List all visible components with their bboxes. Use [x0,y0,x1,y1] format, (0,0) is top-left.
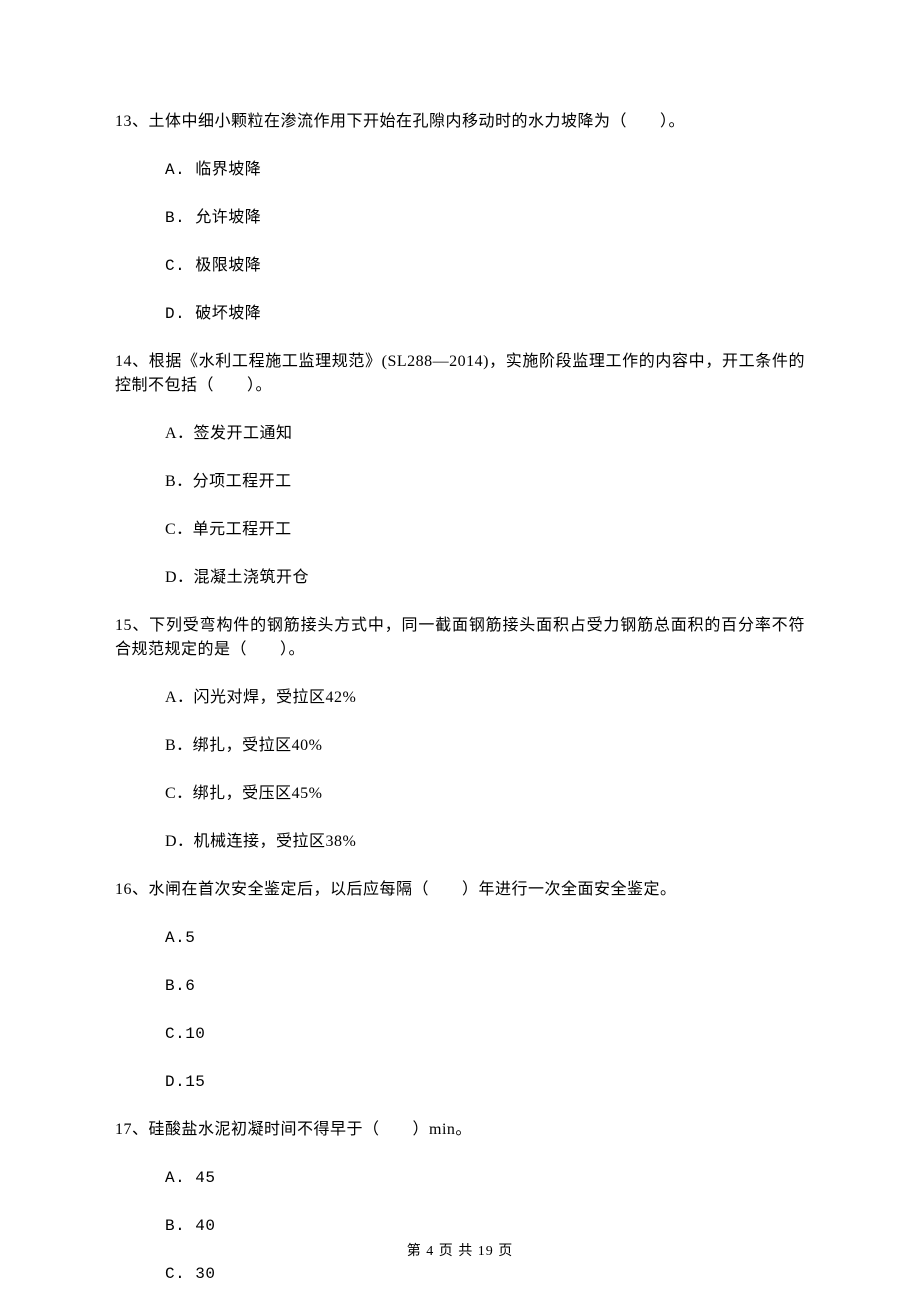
question-13-stem: 13、土体中细小颗粒在渗流作用下开始在孔隙内移动时的水力坡降为（ ）。 [115,110,805,134]
question-15-option-d: D．机械连接，受拉区38% [165,830,805,854]
question-13-option-a: A. 临界坡降 [165,158,805,182]
question-16-stem: 16、水闸在首次安全鉴定后，以后应每隔（ ）年进行一次全面安全鉴定。 [115,878,805,902]
question-16-option-c: C.10 [165,1022,805,1046]
question-14-option-a: A．签发开工通知 [165,422,805,446]
question-14-stem: 14、根据《水利工程施工监理规范》(SL288—2014)，实施阶段监理工作的内… [115,350,805,398]
question-16-option-b: B.6 [165,974,805,998]
question-17-stem: 17、硅酸盐水泥初凝时间不得早于（ ）min。 [115,1118,805,1142]
question-15-stem: 15、下列受弯构件的钢筋接头方式中，同一截面钢筋接头面积占受力钢筋总面积的百分率… [115,614,805,662]
question-17-option-b: B. 40 [165,1214,805,1238]
question-16-option-a: A.5 [165,926,805,950]
question-17-option-c: C. 30 [165,1262,805,1286]
question-17-option-a: A. 45 [165,1166,805,1190]
question-15-option-a: A．闪光对焊，受拉区42% [165,686,805,710]
question-16-option-d: D.15 [165,1070,805,1094]
question-14-option-b: B．分项工程开工 [165,470,805,494]
question-13-option-c: C. 极限坡降 [165,254,805,278]
question-15-option-b: B．绑扎，受拉区40% [165,734,805,758]
question-13-option-d: D. 破坏坡降 [165,302,805,326]
question-13-option-b: B. 允许坡降 [165,206,805,230]
question-14-option-c: C．单元工程开工 [165,518,805,542]
page-footer: 第 4 页 共 19 页 [0,1241,920,1262]
question-14-option-d: D．混凝土浇筑开仓 [165,566,805,590]
question-15-option-c: C．绑扎，受压区45% [165,782,805,806]
